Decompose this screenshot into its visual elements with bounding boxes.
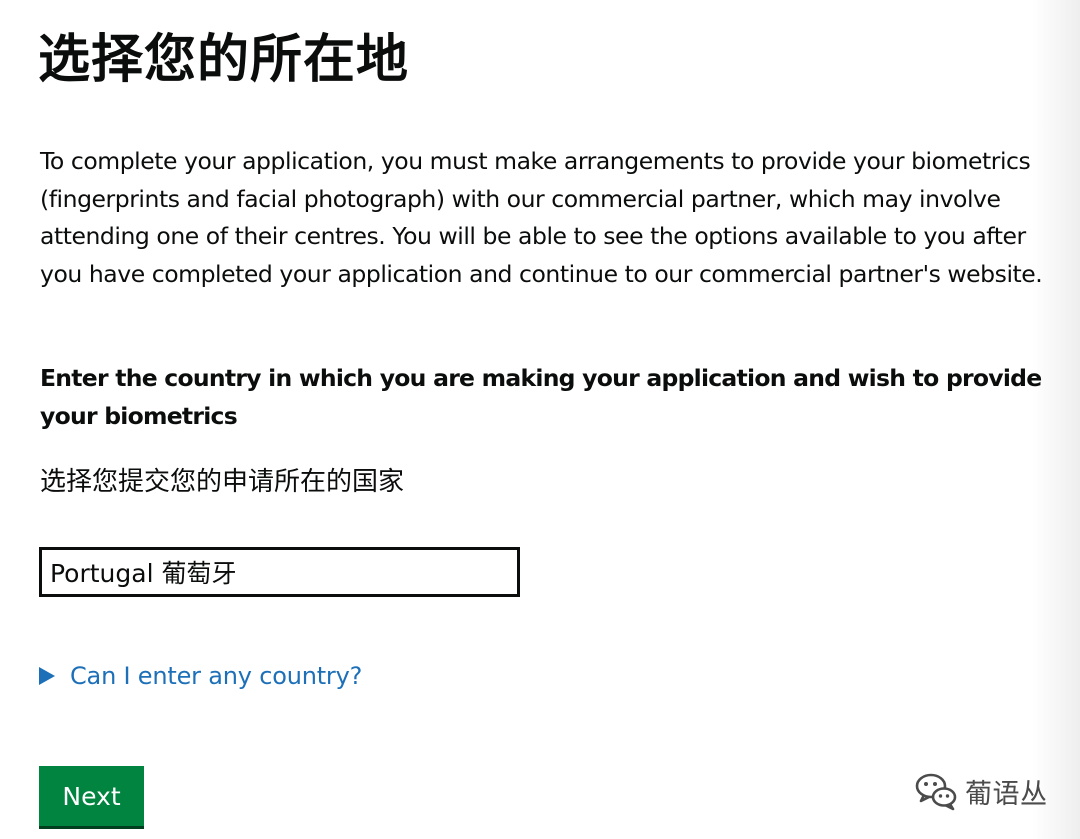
country-input[interactable] [39, 547, 520, 597]
page-title: 选择您的所在地 [38, 30, 410, 90]
watermark: 葡语丛 [913, 768, 1048, 814]
country-details-toggle[interactable]: Can I enter any country? [39, 656, 362, 696]
triangle-right-icon [39, 667, 55, 685]
wechat-icon [915, 773, 957, 811]
country-hint: 选择您提交您的申请所在的国家 [40, 467, 405, 497]
watermark-text: 葡语丛 [965, 778, 1048, 810]
details-summary-text: Can I enter any country? [70, 662, 363, 690]
next-button[interactable]: Next [39, 766, 144, 826]
country-question-label: Enter the country in which you are makin… [40, 364, 1042, 430]
intro-paragraph: To complete your application, you must m… [40, 147, 1043, 288]
